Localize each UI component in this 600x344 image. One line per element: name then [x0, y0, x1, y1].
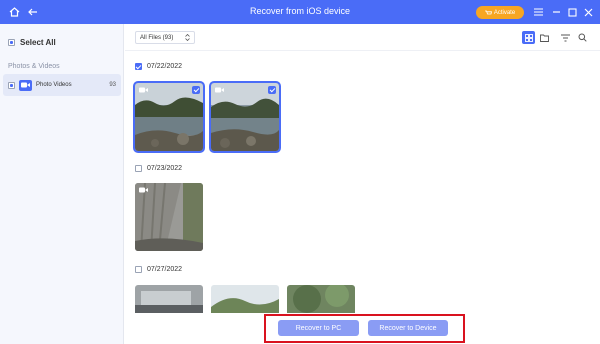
sidebar-item-count: 93 — [109, 82, 116, 88]
recover-to-device-button[interactable]: Recover to Device — [368, 320, 448, 336]
thumbnail-row — [135, 183, 203, 251]
minimize-icon[interactable] — [548, 4, 564, 20]
section-title: Photos & Videos — [8, 63, 60, 70]
date-group-label: 07/23/2022 — [147, 165, 183, 172]
road-photo — [135, 183, 203, 251]
date-group-checkbox[interactable] — [135, 165, 142, 172]
date-group-checkbox[interactable] — [135, 266, 142, 273]
grid-view-icon[interactable] — [522, 31, 535, 44]
sidebar-item-label: Photo Videos — [36, 82, 72, 88]
back-arrow-icon[interactable] — [24, 4, 40, 20]
date-group-label: 07/27/2022 — [147, 266, 183, 273]
main-content: All Files (93) 07/22/2022 07/23/2022 07/… — [125, 24, 600, 344]
selected-check-icon[interactable] — [268, 86, 276, 94]
home-icon[interactable] — [6, 4, 22, 20]
close-icon[interactable] — [580, 4, 596, 20]
video-thumbnail[interactable] — [135, 183, 203, 251]
title-bar: Recover from iOS device Activate — [0, 0, 600, 24]
date-group-header[interactable]: 07/22/2022 — [135, 63, 182, 70]
folder-view-icon[interactable] — [538, 31, 551, 44]
maximize-icon[interactable] — [564, 4, 580, 20]
file-filter-value: All Files (93) — [140, 34, 174, 41]
video-camera-icon — [139, 187, 148, 193]
search-icon[interactable] — [576, 31, 589, 44]
sidebar-item-photo-videos[interactable]: Photo Videos 93 — [3, 74, 121, 96]
file-filter-dropdown[interactable]: All Files (93) — [135, 31, 195, 44]
date-group-header[interactable]: 07/27/2022 — [135, 266, 182, 273]
select-all-checkbox[interactable]: Select All — [8, 38, 56, 47]
select-all-label: Select All — [20, 38, 56, 47]
toolbar: All Files (93) — [125, 24, 600, 51]
date-group-header[interactable]: 07/23/2022 — [135, 165, 182, 172]
sidebar: Select All Photos & Videos Photo Videos … — [0, 24, 124, 344]
activate-button[interactable]: Activate — [476, 6, 524, 19]
date-group-label: 07/22/2022 — [147, 63, 183, 70]
sidebar-item-checkbox[interactable] — [8, 81, 15, 89]
filter-icon[interactable] — [559, 31, 572, 44]
cart-icon — [484, 10, 492, 14]
video-camera-icon — [139, 87, 148, 93]
video-camera-icon — [215, 87, 224, 93]
video-camera-icon — [19, 79, 32, 91]
selected-check-icon[interactable] — [192, 86, 200, 94]
menu-icon[interactable] — [530, 4, 546, 20]
thumbnail-row — [133, 81, 281, 153]
video-thumbnail[interactable] — [209, 81, 281, 153]
activate-label: Activate — [493, 9, 516, 16]
recover-to-pc-button[interactable]: Recover to PC — [278, 320, 359, 336]
date-group-checkbox[interactable] — [135, 63, 142, 70]
select-all-check-icon[interactable] — [8, 39, 15, 46]
video-thumbnail[interactable] — [133, 81, 205, 153]
sort-chevron-icon — [185, 34, 190, 41]
action-bar: Recover to PC Recover to Device — [125, 313, 600, 344]
